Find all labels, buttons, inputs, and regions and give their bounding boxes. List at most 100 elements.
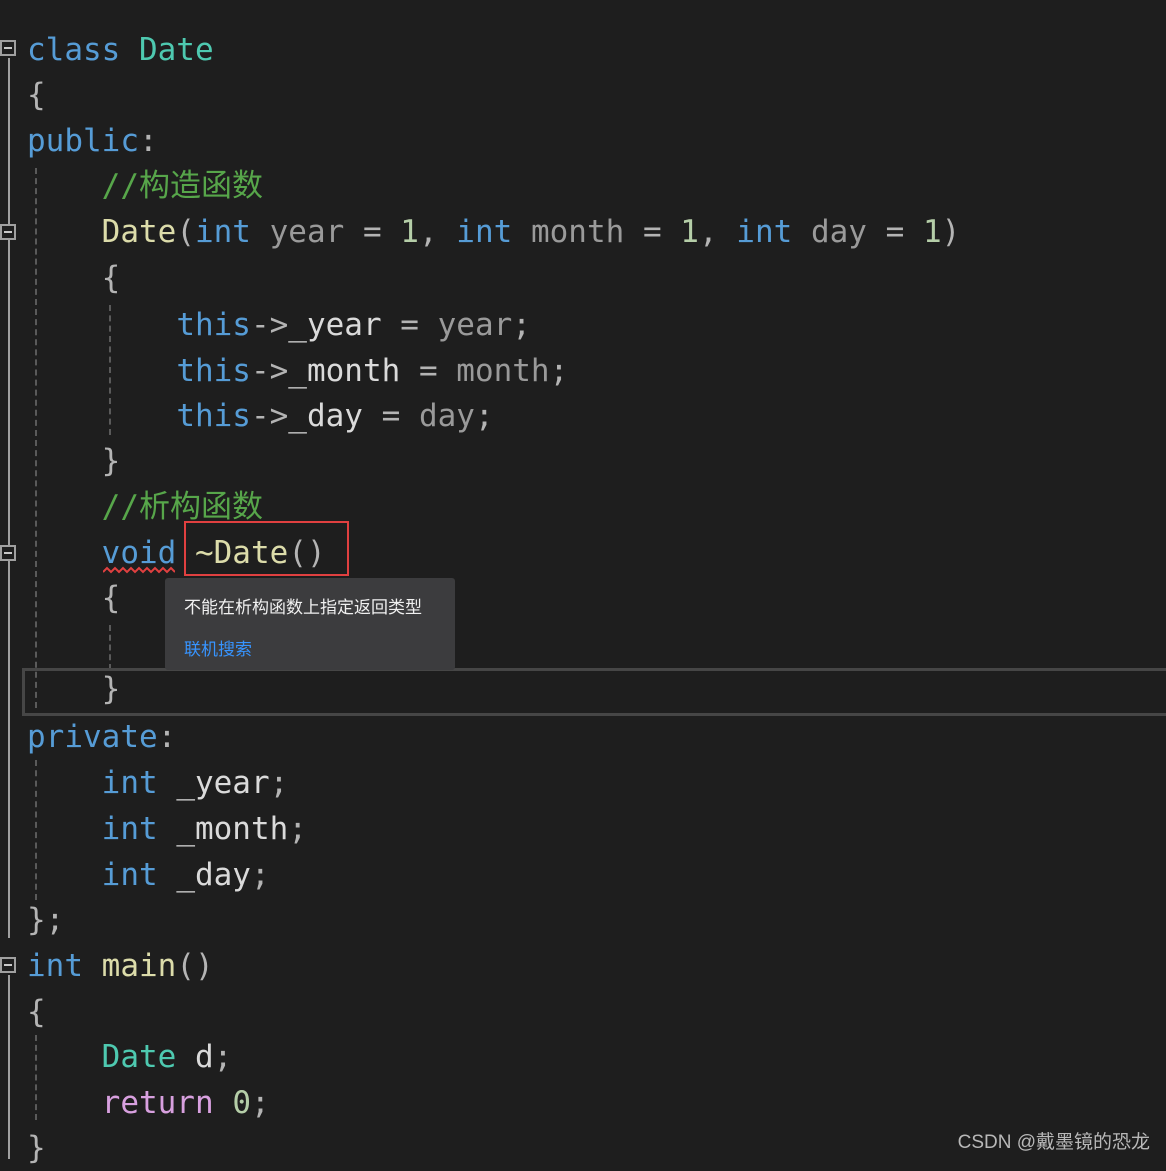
current-line-highlight (22, 668, 1166, 716)
code-token: _month (288, 353, 401, 389)
code-token: , (418, 214, 457, 250)
code-token: return (101, 1085, 214, 1121)
indent-guide (109, 625, 111, 670)
code-token: ; (269, 765, 289, 801)
code-token: { (27, 994, 46, 1030)
code-line[interactable]: this->_day = day; (27, 393, 494, 439)
code-token: Date (101, 214, 177, 250)
search-online-link[interactable]: 联机搜索 (184, 635, 252, 660)
code-token: , (698, 214, 737, 250)
error-squiggle (103, 566, 175, 574)
code-token: day (418, 398, 475, 434)
code-token: }; (27, 902, 65, 938)
code-token: -> (250, 398, 289, 434)
code-line[interactable]: this->_month = month; (27, 348, 568, 394)
code-token: : (138, 123, 158, 159)
code-token: ; (474, 398, 494, 434)
error-tooltip: 不能在析构函数上指定返回类型 联机搜索 (165, 578, 455, 670)
code-line[interactable]: int _day; (27, 852, 270, 898)
code-line[interactable]: } (27, 1125, 46, 1171)
code-token: ( (176, 214, 195, 250)
code-line[interactable]: private: (27, 714, 176, 760)
code-line[interactable]: { (27, 255, 121, 301)
fold-line-dtor (8, 562, 10, 712)
collapse-class-icon[interactable] (0, 40, 16, 56)
code-token: this (176, 307, 251, 343)
fold-line-class (8, 58, 10, 938)
code-line[interactable]: this->_year = year; (27, 302, 531, 348)
code-line[interactable]: { (27, 989, 46, 1035)
code-token: this (176, 398, 251, 434)
code-token: private (27, 719, 158, 755)
code-token: = (885, 214, 923, 250)
code-line[interactable]: return 0; (27, 1080, 270, 1126)
code-token: { (27, 77, 46, 113)
code-line[interactable]: Date d; (27, 1034, 233, 1080)
code-line[interactable]: { (27, 72, 46, 118)
code-token: 1 (680, 214, 699, 250)
watermark: CSDN @戴墨镜的恐龙 (957, 1132, 1150, 1153)
code-line[interactable]: class Date (27, 27, 214, 73)
code-token: int (194, 214, 251, 250)
code-token: } (101, 443, 121, 479)
collapse-dtor-icon[interactable] (0, 545, 16, 561)
code-comment: //析构函数 (101, 489, 263, 525)
code-token: = (400, 353, 457, 389)
fold-line-main (8, 975, 10, 1159)
code-line[interactable]: { (27, 575, 121, 621)
code-token: ; (250, 1085, 270, 1121)
code-token: = (642, 214, 681, 250)
code-token: Date (138, 32, 214, 68)
code-line[interactable]: } (27, 438, 121, 484)
collapse-main-icon[interactable] (0, 957, 16, 973)
code-token: _day (288, 398, 363, 434)
code-token: ; (250, 857, 270, 893)
code-token: _year (157, 765, 270, 801)
code-token: 0 (232, 1085, 251, 1121)
code-line[interactable]: } (27, 666, 121, 712)
code-token: _month (157, 811, 289, 847)
code-line[interactable]: int main() (27, 943, 214, 989)
code-token: Date (101, 1039, 177, 1075)
code-token: _year (288, 307, 382, 343)
code-token: int (101, 857, 158, 893)
code-token: -> (250, 307, 289, 343)
code-token: int (456, 214, 513, 250)
code-token: year (250, 214, 363, 250)
code-token: : (157, 719, 177, 755)
code-line[interactable]: //构造函数 (27, 163, 263, 209)
code-token: ) (941, 214, 961, 250)
code-token: } (27, 1130, 46, 1166)
code-token: ; (549, 353, 569, 389)
code-token: month (512, 214, 643, 250)
code-token: = (381, 307, 438, 343)
code-line[interactable]: Date(int year = 1, int month = 1, int da… (27, 209, 961, 255)
code-token: int (736, 214, 793, 250)
code-line[interactable]: public: (27, 118, 158, 164)
collapse-ctor-icon[interactable] (0, 224, 16, 240)
code-comment: //构造函数 (101, 168, 263, 204)
code-line[interactable]: int _month; (27, 806, 307, 852)
code-token: } (101, 671, 121, 707)
code-line[interactable]: }; (27, 897, 64, 943)
code-token: 1 (922, 214, 942, 250)
code-line[interactable]: int _year; (27, 760, 289, 806)
fold-line-ctor (8, 240, 10, 482)
code-token: 1 (400, 214, 419, 250)
code-token: () (176, 948, 214, 984)
code-token: class (27, 32, 139, 68)
